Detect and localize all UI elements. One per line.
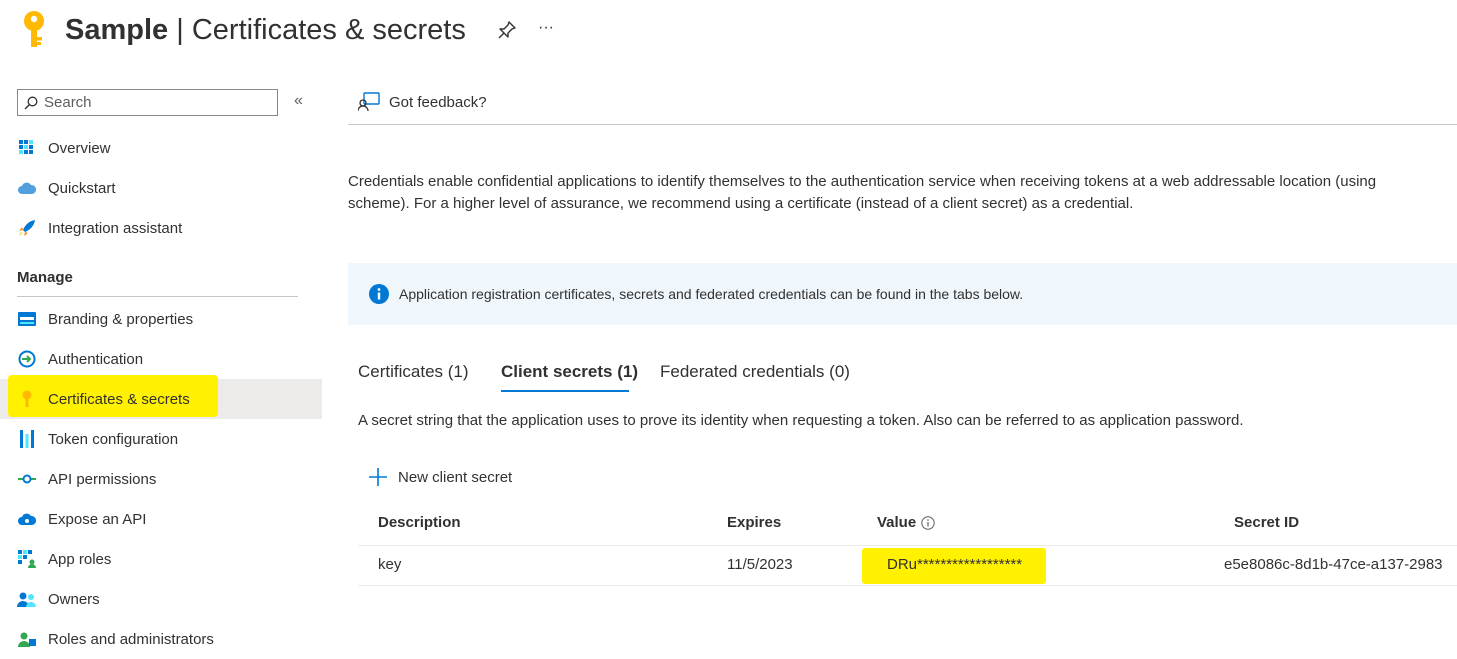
sidebar-item-label: Expose an API <box>48 510 147 528</box>
sidebar-item-quickstart[interactable]: Quickstart <box>0 168 322 208</box>
page-title: Sample | Certificates & secrets <box>65 14 466 47</box>
divider <box>348 124 1457 125</box>
divider <box>358 545 1457 546</box>
divider <box>358 585 1457 586</box>
cloud-quickstart-icon <box>17 178 37 198</box>
collapse-sidebar-button[interactable]: « <box>294 92 303 110</box>
column-header-expires[interactable]: Expires <box>727 514 781 531</box>
sidebar-item-roles-administrators[interactable]: Roles and administrators <box>0 619 322 659</box>
feedback-icon <box>358 92 380 112</box>
page-title-text: Certificates & secrets <box>191 13 466 46</box>
sidebar-item-label: Integration assistant <box>48 219 183 237</box>
new-client-secret-button[interactable]: New client secret <box>368 467 512 487</box>
key-icon <box>17 389 37 409</box>
description-line-2: scheme). For a higher level of assurance… <box>348 195 1134 212</box>
info-banner-text: Application registration certificates, s… <box>399 286 1024 302</box>
column-header-secret-id[interactable]: Secret ID <box>1234 514 1299 531</box>
tab-certificates[interactable]: Certificates (1) <box>358 362 469 382</box>
info-icon[interactable] <box>921 515 935 530</box>
sidebar-item-overview[interactable]: Overview <box>0 128 322 168</box>
sidebar-item-label: Quickstart <box>48 179 116 197</box>
more-options-button[interactable]: ··· <box>538 19 554 37</box>
overview-grid-icon <box>17 138 37 158</box>
sidebar-item-app-roles[interactable]: App roles <box>0 539 322 579</box>
column-header-description[interactable]: Description <box>378 514 461 531</box>
owners-icon <box>17 589 37 609</box>
app-name: Sample <box>65 13 169 46</box>
sidebar-item-authentication[interactable]: Authentication <box>0 339 322 379</box>
pin-icon[interactable] <box>497 20 517 40</box>
sidebar-item-branding-properties[interactable]: Branding & properties <box>0 299 322 339</box>
sidebar-item-certificates-secrets[interactable]: Certificates & secrets <box>0 375 322 419</box>
sidebar-item-api-permissions[interactable]: API permissions <box>0 459 322 499</box>
manage-section-header: Manage <box>17 269 73 286</box>
sidebar-item-token-configuration[interactable]: Token configuration <box>0 419 322 459</box>
cell-expires: 11/5/2023 <box>727 556 793 573</box>
token-bars-icon <box>17 429 37 449</box>
sidebar-item-label: API permissions <box>48 470 157 488</box>
credentials-description: Credentials enable confidential applicat… <box>348 171 1457 215</box>
cell-value: DRu****************** <box>887 556 1023 573</box>
sidebar-item-label: Owners <box>48 590 100 608</box>
key-icon <box>24 11 44 47</box>
tab-federated-credentials[interactable]: Federated credentials (0) <box>660 362 850 382</box>
search-placeholder: Search <box>44 94 92 111</box>
cell-secret-id: e5e8086c-8d1b-47ce-a137-2983 <box>1224 556 1443 573</box>
column-header-value[interactable]: Value <box>877 514 935 531</box>
sidebar-item-label: Roles and administrators <box>48 630 214 648</box>
rocket-icon <box>17 218 37 238</box>
info-icon <box>369 284 389 304</box>
app-roles-icon <box>17 549 37 569</box>
sidebar-item-owners[interactable]: Owners <box>0 579 322 619</box>
page-header: Sample | Certificates & secrets <box>18 8 466 52</box>
sidebar-item-label: Overview <box>48 139 111 157</box>
active-tab-indicator <box>501 390 629 392</box>
description-line-1: Credentials enable confidential applicat… <box>348 173 1377 190</box>
new-client-secret-label: New client secret <box>398 468 513 486</box>
divider <box>17 296 298 297</box>
column-header-value-label: Value <box>877 514 917 531</box>
info-banner: Application registration certificates, s… <box>348 263 1457 325</box>
sidebar-search-input[interactable]: Search <box>17 89 278 116</box>
sidebar-item-integration-assistant[interactable]: Integration assistant <box>0 208 322 248</box>
client-secrets-description: A secret string that the application use… <box>358 412 1244 429</box>
cloud-api-icon <box>17 509 37 529</box>
api-permissions-icon <box>17 469 37 489</box>
roles-admin-icon <box>17 629 37 649</box>
branding-icon <box>17 309 37 329</box>
title-separator: | <box>176 13 184 46</box>
feedback-button[interactable]: Got feedback? <box>358 92 487 112</box>
sidebar-item-expose-api[interactable]: Expose an API <box>0 499 322 539</box>
sidebar-item-label: Certificates & secrets <box>48 390 190 408</box>
sidebar-item-label: Authentication <box>48 350 144 368</box>
search-icon <box>24 96 38 109</box>
authentication-icon <box>17 349 37 369</box>
plus-icon <box>369 468 387 486</box>
sidebar-item-label: Token configuration <box>48 430 179 448</box>
sidebar-item-label: App roles <box>48 550 112 568</box>
cell-description: key <box>378 556 402 573</box>
tab-client-secrets[interactable]: Client secrets (1) <box>501 362 638 382</box>
sidebar-item-label: Branding & properties <box>48 310 194 328</box>
feedback-label: Got feedback? <box>389 93 487 111</box>
